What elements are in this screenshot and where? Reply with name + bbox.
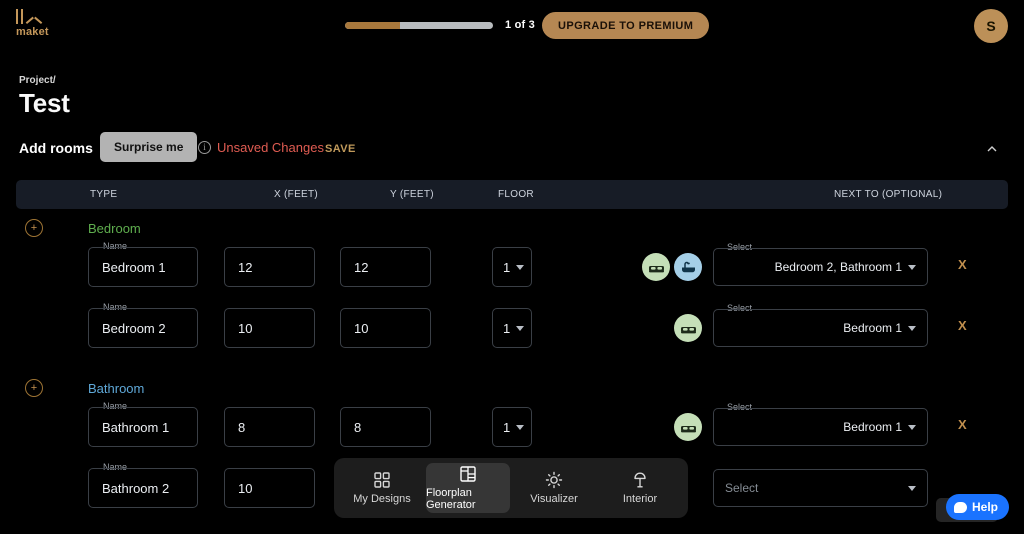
help-label: Help: [972, 500, 999, 514]
nav-item-label: Visualizer: [530, 493, 578, 505]
column-header-y: Y (FEET): [390, 189, 434, 200]
floor-select[interactable]: 1: [492, 407, 532, 447]
nav-item-label: Interior: [622, 493, 658, 505]
save-button[interactable]: SAVE: [325, 143, 356, 155]
logo-text: maket: [16, 26, 49, 38]
room-name-input[interactable]: [88, 468, 198, 508]
bed-icon-badge[interactable]: [674, 413, 702, 441]
floor-select-value: 1: [503, 320, 511, 336]
nav-item-interior[interactable]: Interior: [598, 463, 682, 513]
room-y-input[interactable]: [340, 247, 431, 287]
next-to-select[interactable]: Bedroom 1: [713, 408, 928, 446]
bed-icon-badge[interactable]: [642, 253, 670, 281]
add-room-button-bedroom[interactable]: +: [25, 219, 43, 237]
sun-icon: [545, 471, 563, 489]
chat-bubble-icon: [954, 501, 967, 513]
avatar[interactable]: S: [974, 9, 1008, 43]
column-header-next-to: NEXT TO (OPTIONAL): [834, 189, 943, 200]
column-header-floor: FLOOR: [498, 189, 534, 200]
nav-item-floorplan-generator[interactable]: Floorplan Generator: [426, 463, 510, 513]
room-group-label-bathroom: Bathroom: [88, 381, 145, 396]
maket-logo[interactable]: maket: [16, 8, 76, 38]
chevron-down-icon: [908, 485, 916, 491]
bathtub-icon-badge[interactable]: [674, 253, 702, 281]
floorplan-icon: [459, 465, 477, 483]
column-header-type: TYPE: [90, 189, 118, 200]
room-x-input[interactable]: [224, 247, 315, 287]
floor-select[interactable]: 1: [492, 247, 532, 287]
floor-select[interactable]: 1: [492, 308, 532, 348]
column-header-x: X (FEET): [274, 189, 319, 200]
table-row: Name1SelectBedroom 2, Bathroom 1X: [0, 241, 1024, 287]
floor-select-value: 1: [503, 259, 511, 275]
delete-room-button[interactable]: X: [958, 318, 967, 333]
chevron-down-icon: [516, 264, 525, 270]
nav-item-visualizer[interactable]: Visualizer: [512, 463, 596, 513]
grid-icon: [373, 471, 391, 489]
chevron-down-icon: [908, 264, 916, 270]
breadcrumb: Project/: [19, 75, 56, 86]
bed-icon-badge[interactable]: [674, 314, 702, 342]
chevron-down-icon: [908, 325, 916, 331]
chevron-down-icon: [516, 424, 525, 430]
room-y-input[interactable]: [340, 407, 431, 447]
add-room-button-bathroom[interactable]: +: [25, 379, 43, 397]
table-row: Name1SelectBedroom 1X: [0, 401, 1024, 447]
room-name-input[interactable]: [88, 407, 198, 447]
room-group-label-bedroom: Bedroom: [88, 221, 141, 236]
next-to-select-value: Select: [725, 481, 759, 495]
table-header: TYPE X (FEET) Y (FEET) FLOOR NEXT TO (OP…: [16, 180, 1008, 209]
page-title: Test: [19, 88, 70, 118]
info-icon[interactable]: i: [198, 141, 211, 154]
table-row: Name1SelectBedroom 1X: [0, 302, 1024, 348]
chevron-down-icon: [908, 424, 916, 430]
room-y-input[interactable]: [340, 308, 431, 348]
nav-item-label: My Designs: [353, 493, 411, 505]
upgrade-to-premium-button[interactable]: UPGRADE TO PREMIUM: [542, 12, 710, 39]
chevron-down-icon: [516, 325, 525, 331]
next-to-select-value: Bedroom 2, Bathroom 1: [774, 260, 902, 274]
progress-label: 1 of 3: [505, 19, 535, 31]
delete-room-button[interactable]: X: [958, 257, 967, 272]
next-to-select-value: Bedroom 1: [843, 321, 902, 335]
next-to-select[interactable]: Bedroom 2, Bathroom 1: [713, 248, 928, 286]
actions-row: Add rooms Surprise me i Unsaved Changes …: [0, 132, 1024, 170]
room-name-input[interactable]: [88, 308, 198, 348]
app-root: maket 1 of 3 UPGRADE TO PREMIUM S Projec…: [0, 0, 1024, 534]
help-button[interactable]: Help: [946, 494, 1010, 520]
floor-select-value: 1: [503, 419, 511, 435]
bottom-nav: My Designs Floorplan Generator Visualizer I…: [334, 458, 688, 518]
progress-bar-fill: [345, 21, 400, 29]
nav-item-label: Floorplan Generator: [426, 487, 476, 511]
progress-bar: [345, 21, 493, 29]
delete-room-button[interactable]: X: [958, 417, 967, 432]
room-x-input[interactable]: [224, 407, 315, 447]
lamp-icon: [631, 471, 649, 489]
logo-mark-icon: [16, 8, 76, 24]
next-to-select[interactable]: Select: [713, 469, 928, 507]
nav-item-my-designs[interactable]: My Designs: [340, 463, 424, 513]
next-to-select-value: Bedroom 1: [843, 420, 902, 434]
surprise-me-button[interactable]: Surprise me: [100, 132, 198, 162]
room-x-input[interactable]: [224, 308, 315, 348]
top-bar: maket 1 of 3 UPGRADE TO PREMIUM S: [0, 0, 1024, 52]
add-rooms-label: Add rooms: [19, 140, 93, 156]
chevron-up-icon[interactable]: [984, 141, 1000, 157]
next-to-select[interactable]: Bedroom 1: [713, 309, 928, 347]
room-name-input[interactable]: [88, 247, 198, 287]
room-x-input[interactable]: [224, 468, 315, 508]
onboarding-progress: 1 of 3: [345, 19, 535, 31]
unsaved-changes-status: Unsaved Changes: [217, 140, 324, 155]
